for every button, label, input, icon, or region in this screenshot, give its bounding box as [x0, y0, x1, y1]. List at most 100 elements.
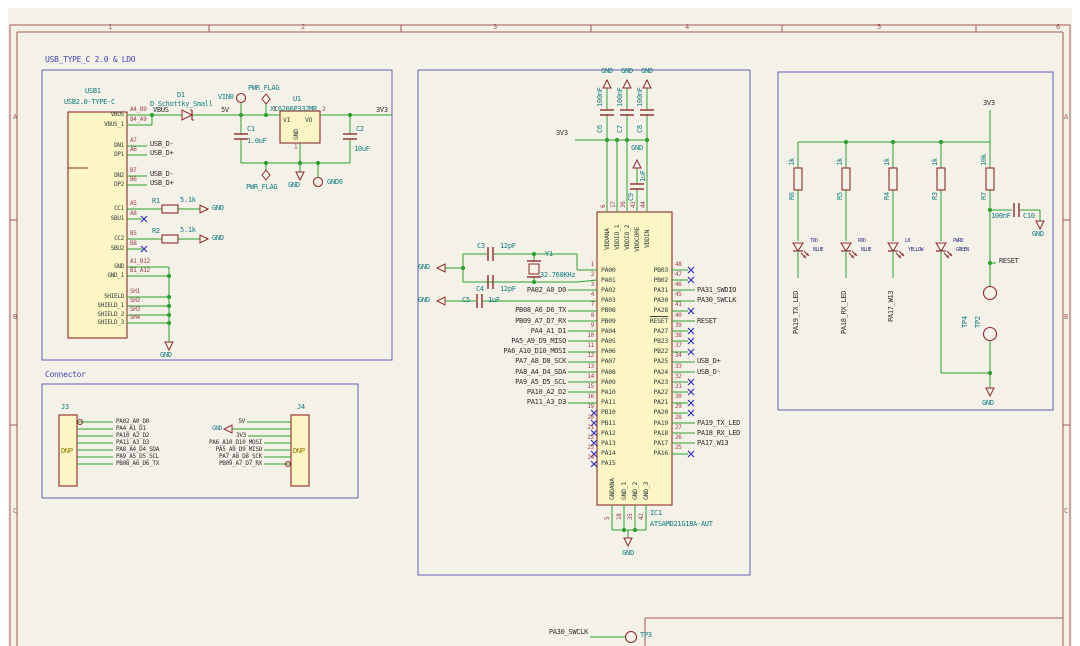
pin-number: 37: [675, 343, 682, 349]
net-label: RESET: [999, 258, 1019, 265]
pin-number: 31: [675, 384, 682, 390]
power-label: GND: [288, 182, 300, 189]
pin-name: PA12: [601, 430, 615, 437]
power-label: GND: [601, 68, 613, 75]
component-ref: J3: [61, 404, 69, 411]
pin-name: PA28: [654, 307, 668, 314]
component-ref: U1: [293, 96, 301, 103]
pin-number: 16: [587, 394, 594, 400]
net-label: 3V3: [556, 130, 568, 137]
component-ref: C10: [1023, 213, 1035, 220]
frame-index: 1: [108, 24, 112, 31]
pin-name: VDDIO_1: [614, 225, 621, 250]
net-label: PA18_RX_LED: [697, 430, 740, 437]
component-ref: C2: [356, 126, 364, 133]
pin-number: 6: [601, 205, 607, 208]
component-ref: GND0: [327, 179, 343, 186]
component-value: 100nF: [597, 87, 604, 107]
net-label: PA30_SWCLK: [697, 297, 736, 304]
pin-number: 39: [675, 323, 682, 329]
component-ref: R3: [932, 192, 939, 200]
section-title-connector: Connector: [45, 371, 86, 379]
led-caption: L0: [905, 239, 910, 244]
component-value: 1k: [932, 158, 939, 166]
power-label: GND: [982, 400, 994, 407]
pin-number: 44: [641, 201, 647, 208]
pin-number: A8: [130, 211, 137, 217]
pin-name: DN1: [114, 143, 124, 149]
pin-number: 36: [621, 201, 627, 208]
net-label: PB09_A7_D7_RX: [515, 318, 566, 325]
net-label: USB_D-: [150, 141, 174, 148]
frame-index: 5: [877, 24, 881, 31]
pin-name: PB02: [654, 277, 668, 284]
pin-number: 29: [675, 404, 682, 410]
pin-name: PA10: [601, 389, 615, 396]
component-value: 10uF: [354, 146, 370, 153]
pin-name: VDDIO_2: [624, 225, 631, 250]
pin-number: 46: [675, 282, 682, 288]
pin-name: CC2: [114, 236, 124, 242]
pin-name: PA17: [654, 440, 668, 447]
frame-index: 3: [493, 24, 497, 31]
pin-number: 18: [617, 513, 623, 520]
net-label: PB09_A7_D7_RX: [219, 461, 262, 467]
pin-name: GND_1: [621, 482, 628, 500]
pin-number: 15: [587, 384, 594, 390]
pin-name: PA00: [601, 267, 615, 274]
pin-name: PB22: [654, 348, 668, 355]
component-ref: Y1: [545, 251, 553, 258]
component-ref: D1: [177, 92, 185, 99]
pin-name: GND_2: [632, 482, 639, 500]
pin-name: VDDANA: [604, 228, 611, 250]
power-label: GND: [160, 352, 172, 359]
pin-number: SH1: [130, 289, 140, 295]
pin-number: B4_A9: [130, 117, 147, 123]
pin-number: A4_B9: [130, 107, 147, 113]
component-ref: VIN0: [218, 94, 234, 101]
pin-number: 41: [675, 302, 682, 308]
component-ref: C9: [628, 193, 635, 201]
section-title-usb: USB_TYPE_C 2.0 & LDO: [45, 56, 135, 64]
pin-number: 42: [639, 513, 645, 520]
power-label: GND: [1032, 231, 1044, 238]
pin-name: PA24: [654, 369, 668, 376]
pin-number: 23: [587, 445, 594, 451]
net-label: PA30_SWCLK: [549, 629, 588, 636]
pin-number: 12: [587, 353, 594, 359]
pin-name: PB08: [601, 307, 615, 314]
component-ref: C8: [637, 125, 644, 133]
component-ref: C7: [617, 125, 624, 133]
pin-name: GNDANA: [609, 478, 616, 500]
pin-name: PA09: [601, 379, 615, 386]
pin-name: PA18: [654, 430, 668, 437]
component-ref: C6: [597, 125, 604, 133]
pin-name: SBU1: [111, 216, 124, 222]
pin-name: PA21: [654, 399, 668, 406]
power-label: GND: [212, 235, 224, 242]
pin-name: CC1: [114, 206, 124, 212]
frame-index: C: [1064, 508, 1068, 515]
pin-name: VDDIN: [644, 230, 651, 248]
pin-number: 47: [675, 272, 682, 278]
schematic-text-layer: USB_TYPE_C 2.0 & LDO Connector 123456ABC…: [0, 0, 1080, 646]
net-label: PA18_RX_LED: [841, 291, 848, 334]
pin-number: SH4: [130, 315, 140, 321]
pin-name: PA23: [654, 379, 668, 386]
pin-number: 13: [587, 364, 594, 370]
pin-number: 21: [587, 425, 594, 431]
net-label: USB_D+: [697, 358, 721, 365]
pin-number: 4: [591, 292, 594, 298]
pin-name: PB10: [601, 409, 615, 416]
power-label: PWR_FLAG: [248, 85, 279, 92]
pin-name: PB09: [601, 318, 615, 325]
pin-number: SH2: [130, 298, 140, 304]
power-label: GND: [212, 426, 222, 432]
component-ref: R5: [837, 192, 844, 200]
pin-name: PA01: [601, 277, 615, 284]
pin-name: DN2: [114, 173, 124, 179]
component-ref: XC6206P332MR: [270, 106, 317, 113]
component-ref: USB2.0-TYPE-C: [64, 99, 115, 106]
pin-name: PB03: [654, 267, 668, 274]
component-ref: R2: [152, 228, 160, 235]
